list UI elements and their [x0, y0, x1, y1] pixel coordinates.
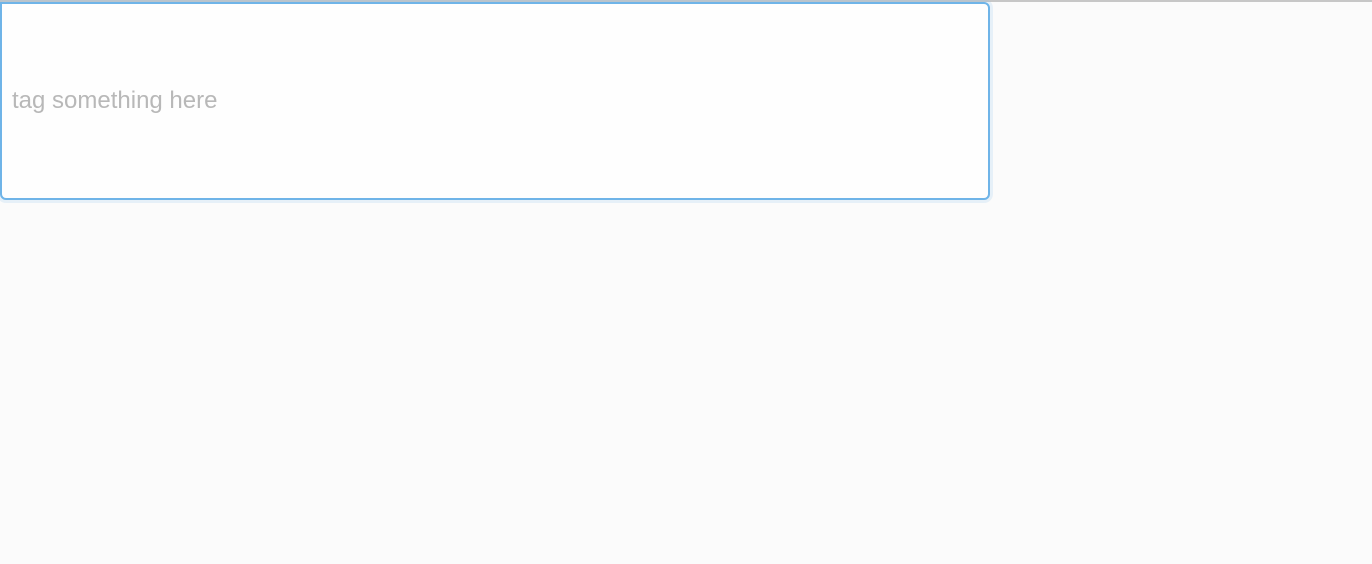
- tag-input[interactable]: [12, 14, 978, 188]
- tag-input-container[interactable]: [0, 2, 990, 200]
